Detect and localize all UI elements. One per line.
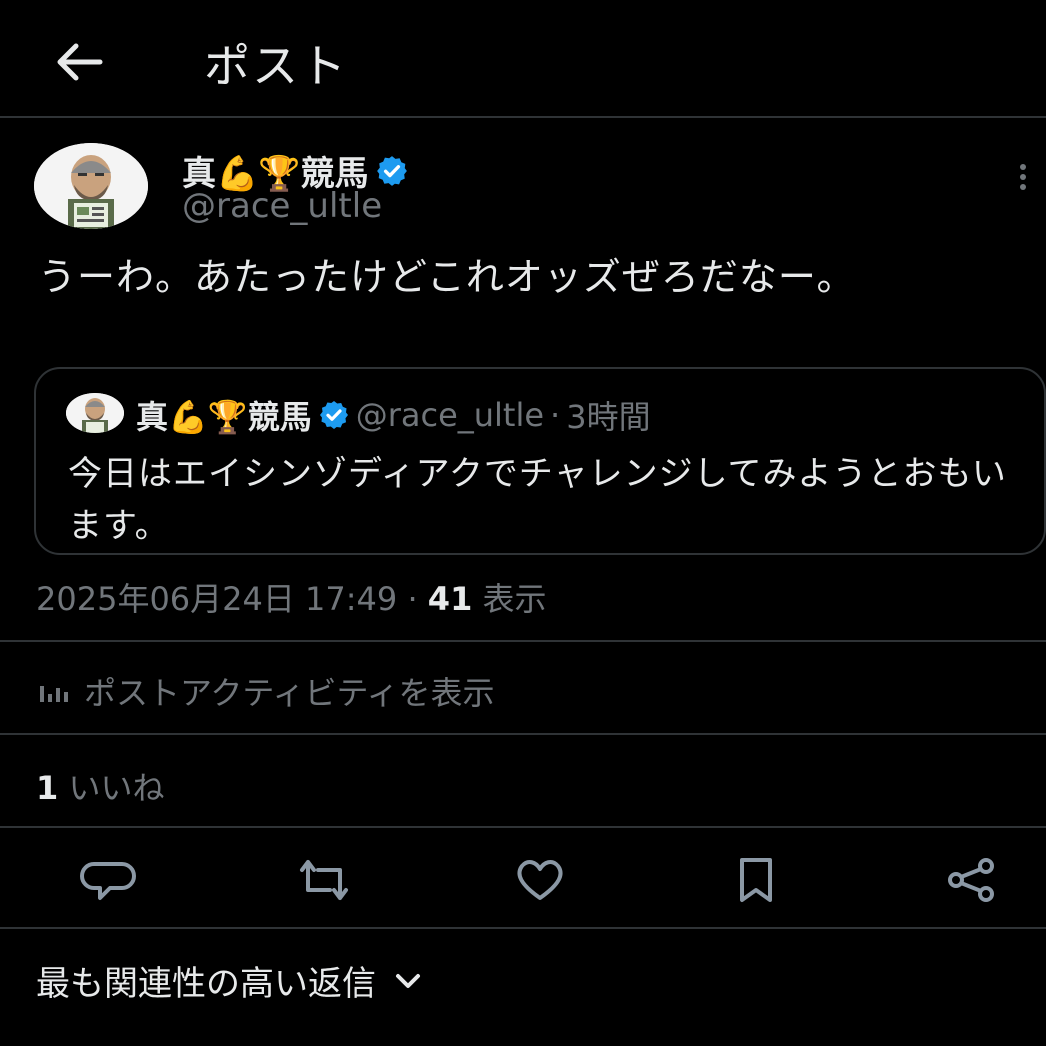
chevron-down-icon (396, 973, 420, 988)
meta-separator: · (407, 580, 418, 618)
post-text: うーわ。あたったけどこれオッズぜろだなー。 (38, 255, 856, 299)
post-timestamp: 2025年06月24日 17:49 (36, 580, 398, 618)
avatar-illustration (34, 143, 148, 229)
quoted-author-name: 真💪🏆競馬 (136, 398, 312, 436)
actions-divider (0, 927, 1046, 929)
replies-sort-dropdown[interactable]: 最も関連性の高い返信 (36, 956, 422, 1005)
reply-button[interactable] (80, 856, 136, 904)
quoted-time: 3時間 (566, 398, 651, 436)
post-activity-link[interactable]: ポストアクティビティを表示 (36, 668, 495, 714)
like-button[interactable] (512, 856, 568, 904)
repost-button[interactable] (296, 856, 352, 904)
share-button[interactable] (944, 856, 1000, 904)
replies-sort-label: 最も関連性の高い返信 (36, 964, 376, 1004)
more-vertical-icon[interactable] (1016, 162, 1030, 192)
activity-label: ポストアクティビティを表示 (84, 674, 495, 712)
verified-badge-icon (376, 155, 407, 186)
quoted-post-text: 今日はエイシンゾディアクでチャレンジしてみようとおもいます。 (68, 454, 1007, 546)
quoted-handle: @race_ultle (355, 396, 545, 434)
likes-summary[interactable]: 1 いいね (36, 763, 164, 809)
back-arrow-icon[interactable] (52, 40, 104, 84)
quoted-separator: · (550, 396, 561, 434)
page-title: ポスト (204, 39, 348, 93)
activity-divider (0, 733, 1046, 735)
quoted-post-header: 真💪🏆競馬 @race_ultle · 3時間 (136, 392, 651, 438)
meta-divider (0, 640, 1046, 642)
header-divider (0, 116, 1046, 118)
post-meta: 2025年06月24日 17:49 · 41 表示 (36, 574, 547, 620)
likes-divider (0, 826, 1046, 828)
verified-badge-icon (319, 401, 348, 429)
bar-chart-icon (40, 686, 68, 702)
quoted-avatar (66, 393, 124, 433)
views-count: 41 (427, 580, 473, 618)
likes-label: いいね (68, 769, 165, 807)
author-handle[interactable]: @race_ultle (182, 186, 382, 226)
likes-count: 1 (36, 769, 59, 807)
bookmark-button[interactable] (728, 856, 784, 904)
avatar[interactable] (34, 143, 148, 229)
views-label: 表示 (482, 580, 547, 618)
quoted-avatar-illustration (66, 393, 124, 433)
